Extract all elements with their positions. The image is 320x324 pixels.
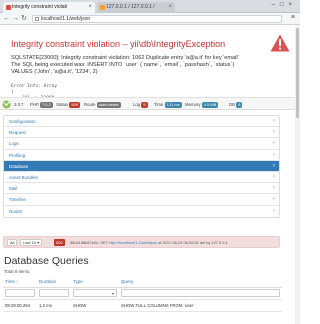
request-summary: 58b4188b87e0c: GET http://localhost/1.1/… <box>70 240 228 245</box>
debug-nav: Configuration › Request › Logs › Profiling ›… <box>3 115 280 218</box>
status-badge: 500 <box>69 102 81 108</box>
tab-title: Integrity constraint violati <box>12 4 68 10</box>
yii-version: 2.0.7 <box>14 102 24 107</box>
all-button[interactable]: All <box>7 239 18 246</box>
chevron-right-icon: › <box>273 207 275 214</box>
filter-cell <box>37 287 71 300</box>
log-badge: 5 <box>141 102 148 108</box>
favicon-icon <box>100 5 105 10</box>
nav-item-profiling[interactable]: Profiling › <box>4 150 279 161</box>
browser-tab-inactive[interactable]: 127.0.0.1 / 127.0.0.1 / × <box>97 2 175 13</box>
nav-item-mail[interactable]: Mail › <box>4 183 279 195</box>
address-bar: ← → ↻ localhost/1.1/web/json ≡ <box>0 13 300 25</box>
url-input[interactable]: localhost/1.1/web/json <box>32 15 282 23</box>
time-info[interactable]: Time 131 ms <box>154 100 182 109</box>
last-10-button[interactable]: Last 10 ▾ <box>20 239 43 246</box>
column-header-time[interactable]: Time ↓ <box>3 277 37 288</box>
nav-item-asset-bundles[interactable]: Asset Bundles › <box>4 172 279 184</box>
chevron-right-icon: › <box>273 185 275 192</box>
php-version-badge: 7.0.2 <box>39 102 53 108</box>
duration-filter-input[interactable] <box>39 289 69 297</box>
chevron-right-icon: › <box>273 129 275 136</box>
nav-item-configuration[interactable]: Configuration › <box>4 116 279 128</box>
nav-item-timeline[interactable]: Timeline › <box>4 194 279 206</box>
chevron-right-icon: › <box>273 151 275 158</box>
filter-cell: ▾ <box>71 287 119 300</box>
table-row: 09:29:00.294 1.2 ms SHOW SHOW FULL COLUM… <box>3 299 282 312</box>
cell-time: 09:29:00.294 <box>3 299 37 312</box>
cell-duration: 1.2 ms <box>37 299 71 312</box>
browser-tab-bar: Integrity constraint violati × 127.0.0.1… <box>0 0 300 13</box>
browser-tab-active[interactable]: Integrity constraint violati × <box>3 2 95 13</box>
memory-badge: 4.5 MB <box>201 102 219 108</box>
debug-toolbar: 2.0.7 PHP 7.0.2 Status 500 Route user/cr… <box>0 97 300 110</box>
scrollbar-thumb[interactable] <box>296 28 299 118</box>
nav-item-request[interactable]: Request › <box>4 127 279 139</box>
chevron-right-icon: › <box>273 140 275 147</box>
menu-icon[interactable]: ≡ <box>291 14 295 21</box>
status-info[interactable]: Status 500 <box>56 100 81 109</box>
request-url-link[interactable]: http://localhost/1.1/web/json <box>109 240 157 245</box>
column-header-query[interactable]: Query <box>119 277 282 288</box>
scrollbar[interactable] <box>295 26 300 324</box>
exception-message: SQLSTATE[23000]: Integrity constraint vi… <box>11 55 261 76</box>
cell-query: SHOW FULL COLUMNS FROM `user` <box>119 299 282 312</box>
page-icon <box>35 17 39 21</box>
time-badge: 131 ms <box>164 102 182 108</box>
cell-type: SHOW <box>71 299 119 312</box>
chevron-right-icon: › <box>273 196 275 203</box>
filter-cell <box>3 287 37 300</box>
favicon-icon <box>6 5 11 10</box>
tab-title: 127.0.0.1 / 127.0.0.1 / <box>106 4 155 10</box>
queries-table: Time ↓ Duration Type Query ▾ 09:29:00.29… <box>3 277 282 312</box>
filter-cell <box>119 287 282 300</box>
close-tab-icon[interactable]: × <box>88 2 92 13</box>
sort-icon: ↓ <box>16 279 19 285</box>
message-line: The SQL being executed was: INSERT INTO … <box>11 62 235 68</box>
db-badge: 8 <box>236 102 243 108</box>
column-header-type[interactable]: Type <box>71 277 119 288</box>
chevron-right-icon: › <box>273 118 275 124</box>
warning-icon <box>270 34 290 52</box>
php-info[interactable]: PHP 7.0.2 <box>30 100 53 109</box>
forward-icon[interactable]: → <box>12 14 19 24</box>
reload-icon[interactable]: ↻ <box>21 14 27 24</box>
route-info[interactable]: Route user/create <box>84 100 121 109</box>
nav-item-logs[interactable]: Logs › <box>4 138 279 150</box>
total-count: Total 8 items. <box>4 269 31 274</box>
message-line: VALUES ('John', 'a@a.it', '1234', 2) <box>11 69 98 75</box>
request-bar: All Last 10 ▾ 500 58b4188b87e0c: GET htt… <box>3 236 280 248</box>
memory-info[interactable]: Memory 4.5 MB <box>185 100 219 109</box>
exception-name: Integrity constraint violation <box>11 39 121 49</box>
column-header-duration[interactable]: Duration <box>37 277 71 288</box>
message-line: SQLSTATE[23000]: Integrity constraint vi… <box>11 55 239 61</box>
close-tab-icon[interactable]: × <box>168 2 172 13</box>
log-info[interactable]: Log 5 <box>133 100 148 109</box>
type-filter-select[interactable]: ▾ <box>73 289 117 297</box>
nav-item-router[interactable]: Router › <box>4 206 279 217</box>
window-controls[interactable]: –□× <box>272 2 297 8</box>
nav-item-database[interactable]: Database › <box>4 160 279 172</box>
query-filter-input[interactable] <box>121 289 280 297</box>
back-icon[interactable]: ← <box>3 14 10 24</box>
route-badge: user/create <box>96 102 121 108</box>
db-info[interactable]: DB 8 <box>229 100 243 109</box>
request-status-badge: 500 <box>54 239 65 246</box>
page-title: Database Queries <box>4 255 89 267</box>
chevron-down-icon: ▾ <box>111 291 114 296</box>
time-filter-input[interactable] <box>5 289 35 297</box>
chevron-right-icon: › <box>273 173 275 180</box>
exception-class: – yii\db\IntegrityException <box>120 39 226 49</box>
error-info-line: Error Info: Array <box>11 84 58 89</box>
chevron-right-icon: › <box>273 162 275 169</box>
yii-logo-icon[interactable] <box>2 100 11 109</box>
exception-title: Integrity constraint violation – yii\db\… <box>11 39 225 49</box>
